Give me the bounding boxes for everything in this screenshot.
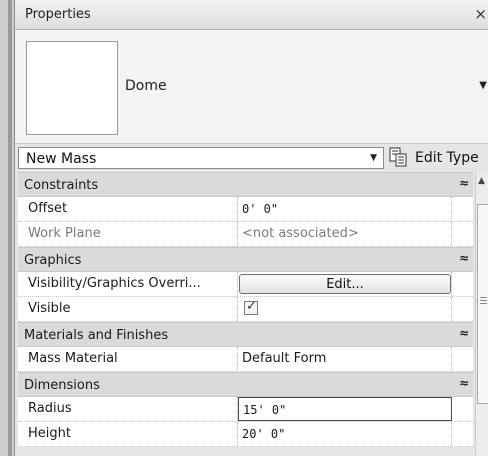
property-name-cell: Height — [18, 422, 238, 446]
chevron-down-icon[interactable]: ▼ — [370, 153, 377, 163]
work-plane-value: <not associated> — [238, 222, 452, 246]
property-row-radius: Radius 15' 0" — [18, 397, 473, 422]
property-value: 20' 0" — [242, 427, 286, 441]
property-value: 0' 0" — [242, 202, 279, 216]
close-icon[interactable]: × — [474, 5, 487, 23]
property-name-cell: Visible — [18, 297, 238, 321]
property-value: <not associated> — [242, 226, 359, 241]
panel-title: Properties — [25, 7, 91, 22]
title-bar[interactable]: Properties × — [15, 0, 488, 30]
collapse-icon[interactable]: ≈ — [459, 326, 469, 340]
row-tail — [452, 422, 473, 446]
property-value: Default Form — [242, 351, 327, 366]
edit-button-label: Edit... — [326, 277, 364, 292]
type-preview-thumbnail — [26, 41, 118, 135]
property-name: Offset — [28, 201, 68, 216]
edit-type-label: Edit Type — [415, 150, 479, 166]
property-name: Radius — [28, 401, 72, 416]
edit-type-button[interactable]: Edit Type — [389, 147, 488, 169]
group-header-constraints[interactable]: Constraints ≈ — [18, 172, 473, 197]
property-name: Height — [28, 426, 71, 441]
scroll-up-arrow-icon[interactable]: ▲ — [478, 176, 485, 186]
vertical-scrollbar[interactable]: ▲ — [475, 172, 488, 456]
property-name: Visibility/Graphics Overri... — [28, 276, 201, 291]
group-title: Materials and Finishes — [24, 328, 169, 343]
collapse-icon[interactable]: ≈ — [459, 176, 469, 190]
checkmark-icon: ✓ — [246, 299, 257, 314]
group-header-materials[interactable]: Materials and Finishes ≈ — [18, 322, 473, 347]
row-tail — [452, 272, 473, 296]
visible-checkbox[interactable]: ✓ — [244, 299, 258, 315]
property-name: Visible — [28, 301, 71, 316]
property-value-cell: Edit... — [238, 272, 452, 296]
instance-filter-row: New Mass ▼ Edit Type — [15, 144, 488, 172]
row-tail — [452, 197, 473, 221]
offset-field[interactable]: 0' 0" — [238, 197, 452, 221]
property-name-cell: Mass Material — [18, 347, 238, 371]
property-value-cell: ✓ — [238, 297, 452, 321]
property-name-cell: Visibility/Graphics Overri... — [18, 272, 238, 296]
property-name-cell: Radius — [18, 397, 238, 421]
scroll-grip-line — [480, 297, 487, 298]
property-name: Work Plane — [28, 226, 101, 241]
mass-material-field[interactable]: Default Form — [238, 347, 452, 371]
property-name: Mass Material — [28, 351, 118, 366]
collapse-icon[interactable]: ≈ — [459, 376, 469, 390]
property-row-offset: Offset 0' 0" — [18, 197, 473, 222]
row-tail — [452, 397, 473, 421]
edit-type-icon — [389, 147, 407, 167]
height-field[interactable]: 20' 0" — [238, 422, 452, 446]
property-row-visible: Visible ✓ — [18, 297, 473, 322]
instance-filter-dropdown[interactable]: New Mass ▼ — [18, 147, 384, 169]
collapse-icon[interactable]: ≈ — [459, 251, 469, 265]
row-tail — [452, 222, 473, 246]
scroll-grip-line — [480, 303, 487, 304]
left-window-edge — [0, 0, 14, 456]
type-selector[interactable]: Dome ▼ — [15, 30, 488, 144]
instance-filter-value: New Mass — [26, 151, 97, 167]
properties-grid: Constraints ≈ Offset 0' 0" Work Plane <n… — [18, 172, 473, 456]
property-name-cell: Offset — [18, 197, 238, 221]
property-row-visibility-overrides: Visibility/Graphics Overri... Edit... — [18, 272, 473, 297]
properties-palette: Properties × Dome ▼ New Mass ▼ Edit Type — [14, 0, 488, 456]
radius-field[interactable]: 15' 0" — [238, 397, 452, 421]
left-edge-bar — [8, 0, 12, 456]
property-value: 15' 0" — [243, 403, 287, 417]
row-tail — [452, 297, 473, 321]
group-header-graphics[interactable]: Graphics ≈ — [18, 247, 473, 272]
group-header-dimensions[interactable]: Dimensions ≈ — [18, 372, 473, 397]
group-title: Dimensions — [24, 378, 100, 393]
type-dropdown-arrow-icon[interactable]: ▼ — [479, 80, 487, 91]
scroll-thumb[interactable] — [477, 204, 488, 404]
scroll-grip-line — [480, 300, 487, 301]
type-name: Dome — [125, 78, 167, 94]
row-tail — [452, 347, 473, 371]
property-row-mass-material: Mass Material Default Form — [18, 347, 473, 372]
property-row-height: Height 20' 0" — [18, 422, 473, 447]
property-name-cell: Work Plane — [18, 222, 238, 246]
visibility-edit-button[interactable]: Edit... — [239, 274, 451, 294]
group-title: Constraints — [24, 178, 99, 193]
group-title: Graphics — [24, 253, 82, 268]
property-row-work-plane: Work Plane <not associated> — [18, 222, 473, 247]
